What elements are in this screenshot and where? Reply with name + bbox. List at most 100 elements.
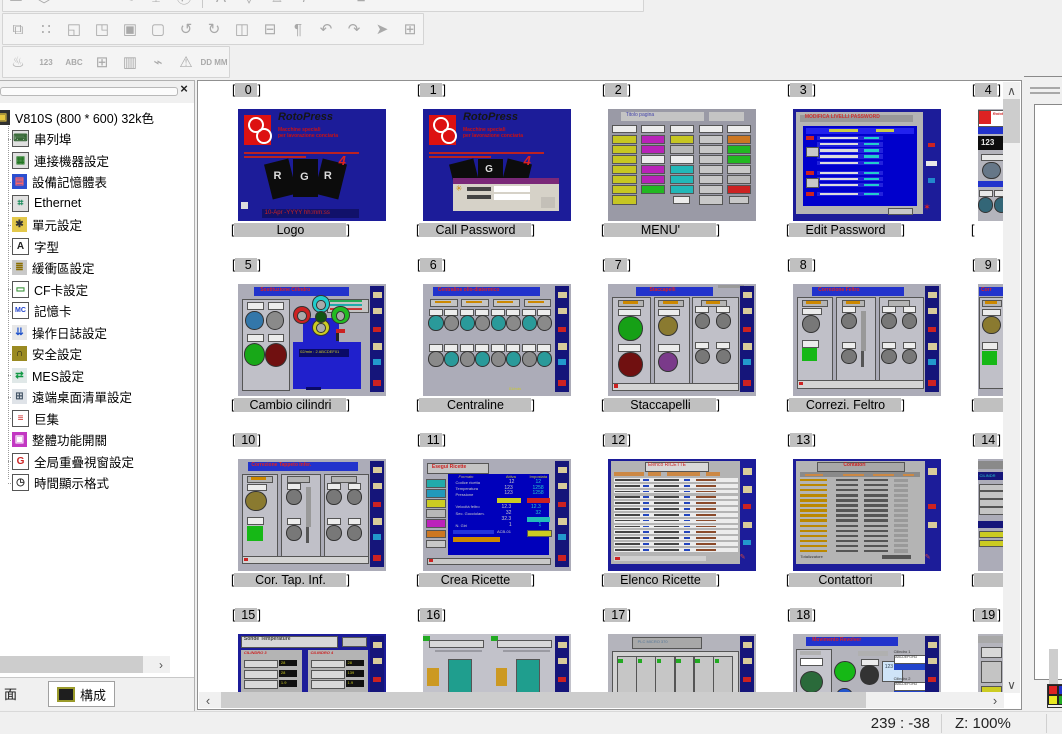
rect-tool-icon[interactable]: ▭: [3, 0, 29, 10]
text-display-icon[interactable]: ABC: [61, 49, 87, 75]
screen-thumbnail[interactable]: Sonde TemperatureCILINDRO 328281.9CILIND…: [238, 634, 386, 693]
screen-thumbnail[interactable]: RotoPressMacchine specialiper lavorazion…: [238, 109, 386, 221]
sidebar-item-global-overlap-window[interactable]: G全局重疊視窗設定: [12, 451, 134, 471]
horizontal-scrollbar[interactable]: ‹ ›: [199, 692, 1004, 708]
sidebar-item-model[interactable]: ▣V810S (800 * 600) 32k色: [0, 107, 154, 127]
numeric-display-icon[interactable]: 123: [33, 49, 59, 75]
line-tool-icon[interactable]: ─: [320, 0, 346, 10]
select-frame-2-icon[interactable]: ▢: [145, 16, 171, 42]
scroll-down-icon[interactable]: ∨: [1003, 676, 1020, 693]
vertical-scrollbar-thumb[interactable]: [1003, 99, 1020, 143]
screen-thumbnail[interactable]: ContatoriTotalizzatore✎: [793, 459, 941, 571]
dot-tool-icon[interactable]: •: [87, 0, 113, 10]
screen-thumbnail[interactable]: Staccapelli: [608, 284, 756, 396]
sidebar-item-global-function-switch[interactable]: ▣整體功能開關: [12, 430, 107, 450]
sidebar-item-macro[interactable]: ≡巨集: [12, 408, 59, 428]
screen-thumbnail[interactable]: CILINDR: [978, 459, 1004, 571]
polygon-tool-icon[interactable]: ⬡: [31, 0, 57, 10]
text-a-tool-icon[interactable]: A: [208, 0, 234, 10]
sidebar-item-cf-card[interactable]: ▭CF卡設定: [12, 279, 88, 299]
select-pointer-icon[interactable]: ➤: [369, 16, 395, 42]
screen-thumbnail[interactable]: Sostituzione Cilindro02/min : 2 ABCDEF01: [238, 284, 386, 396]
rotate-left-icon[interactable]: ↺: [173, 16, 199, 42]
screen-thumbnail[interactable]: Correzione Feltro: [793, 284, 941, 396]
rotate-right-icon[interactable]: ↻: [201, 16, 227, 42]
machine-part-icon[interactable]: ♨: [5, 49, 31, 75]
sidebar-item-buffer-settings[interactable]: ≣緩衝區設定: [12, 258, 95, 278]
sidebar-item-device-memory-table[interactable]: ▤設備記憶體表: [12, 172, 107, 192]
graph-display-icon[interactable]: ▥: [117, 49, 143, 75]
sidebar-item-ethernet[interactable]: ⌗Ethernet: [12, 193, 81, 213]
color-palette-icon[interactable]: [1047, 684, 1062, 708]
sidebar-item-operation-log[interactable]: ⇊操作日誌設定: [12, 322, 107, 342]
screen-thumbnail[interactable]: [978, 634, 1004, 693]
sidebar-item-serial-port[interactable]: ⌨串列埠: [12, 129, 72, 149]
sidebar-item-mes[interactable]: ⇄MES設定: [12, 365, 84, 385]
thumbnail-art-shape: [800, 489, 826, 491]
close-icon[interactable]: ×: [176, 81, 192, 99]
screen-thumbnail[interactable]: RotoPressMacchine specialiper lavorazion…: [423, 109, 571, 221]
filled-rect-tool-icon[interactable]: ■: [348, 0, 374, 10]
select-frame-1-icon[interactable]: ▣: [117, 16, 143, 42]
text-abc-tool-icon[interactable]: ABC: [59, 0, 85, 10]
screen-thumbnail[interactable]: Movimento Revolver123Cilindro 1ABCDEFGHI…: [793, 634, 941, 693]
flip-horizontal-icon[interactable]: ◫: [229, 16, 255, 42]
screen-name-label: [Cor. Tap. Inf.]: [231, 573, 350, 587]
connector-icon[interactable]: ⌁: [145, 49, 171, 75]
sidebar-hscrollbar[interactable]: ›: [0, 656, 170, 673]
dock-grip[interactable]: [1030, 87, 1060, 89]
screen-thumbnail[interactable]: Titolo pagina: [608, 109, 756, 221]
multi-copy-icon[interactable]: ∷: [33, 16, 59, 42]
vertical-scrollbar[interactable]: ∧ ∨: [1003, 82, 1020, 693]
sidebar-hscrollbar-right-icon[interactable]: ›: [152, 656, 170, 673]
scroll-up-icon[interactable]: ∧: [1003, 82, 1020, 99]
slash-tool-icon[interactable]: /: [292, 0, 318, 10]
sidebar-item-font[interactable]: A字型: [12, 236, 59, 256]
stamp-tool-icon[interactable]: ♜: [264, 0, 290, 10]
sidebar-item-remote-desktop-list[interactable]: ⊞遠端桌面清單設定: [12, 387, 132, 407]
screen-index-label: [ 3]: [787, 83, 816, 97]
sidebar-item-time-display-format[interactable]: ◷時間顯示格式: [12, 473, 109, 493]
undo-icon[interactable]: ↶: [313, 16, 339, 42]
scroll-left-icon[interactable]: ‹: [199, 692, 217, 708]
thumbnail-art-shape: [797, 380, 923, 389]
screen-thumbnail[interactable]: Corr: [978, 284, 1004, 396]
flip-vertical-icon[interactable]: ⊟: [257, 16, 283, 42]
redo-icon[interactable]: ↷: [341, 16, 367, 42]
bracket-tool-icon[interactable]: ⌶: [143, 0, 169, 10]
date-display-icon[interactable]: DD MM: [201, 49, 227, 75]
alarm-icon[interactable]: ⚠: [173, 49, 199, 75]
pen-tool-icon[interactable]: ✎: [115, 0, 141, 10]
sidebar-item-security[interactable]: ∩安全設定: [12, 344, 82, 364]
function-f-tool-icon[interactable]: Ⓕ: [171, 0, 197, 10]
keypad-icon[interactable]: ⊞: [89, 49, 115, 75]
thumbnail-art-shape: [800, 658, 823, 667]
screen-thumbnail[interactable]: RotoPress123: [978, 109, 1004, 221]
sidebar-hscrollbar-thumb[interactable]: [0, 656, 143, 673]
screen-thumbnail[interactable]: PLC MICRO 370: [608, 634, 756, 693]
dock-grip[interactable]: [1030, 92, 1060, 94]
sidebar-item-unit-settings[interactable]: ✱單元設定: [12, 215, 82, 235]
thumbnail-art-shape: [311, 660, 346, 669]
screen-thumbnail[interactable]: MODIFICA LIVELLI PASSWORD✶: [793, 109, 941, 221]
copy-object-icon[interactable]: ⧉: [5, 16, 31, 42]
sidebar-item-device-connection[interactable]: ▦連接機器設定: [12, 150, 109, 170]
thumbnail-art-shape: [494, 194, 530, 200]
screen-thumbnail[interactable]: Elenco RICETTE✎: [608, 459, 756, 571]
overlap-shape-1-icon[interactable]: ◱: [61, 16, 87, 42]
screen-thumbnail[interactable]: Centraline olio-diatermico01/min: [423, 284, 571, 396]
thumbnail-art-shape: [670, 155, 694, 164]
scroll-right-icon[interactable]: ›: [986, 692, 1004, 708]
tab-screen[interactable]: 面: [0, 681, 25, 705]
screen-thumbnail[interactable]: [423, 634, 571, 693]
screen-thumbnail[interactable]: Esegui RicetteFormatoAttivaImpostataCodi…: [423, 459, 571, 571]
arrow-marker-tool-icon[interactable]: ▽: [236, 0, 262, 10]
tab-composition[interactable]: 構成: [48, 681, 115, 707]
horizontal-scrollbar-thumb[interactable]: [221, 692, 866, 708]
pin-marker-icon[interactable]: ¶: [285, 16, 311, 42]
screen-thumbnail[interactable]: Correzione Tappeto Infer.: [238, 459, 386, 571]
panel-slider-track[interactable]: [0, 87, 178, 96]
export-grid-icon[interactable]: ⊞: [397, 16, 423, 42]
overlap-shape-2-icon[interactable]: ◳: [89, 16, 115, 42]
sidebar-item-memory-card[interactable]: MC記憶卡: [12, 301, 72, 321]
